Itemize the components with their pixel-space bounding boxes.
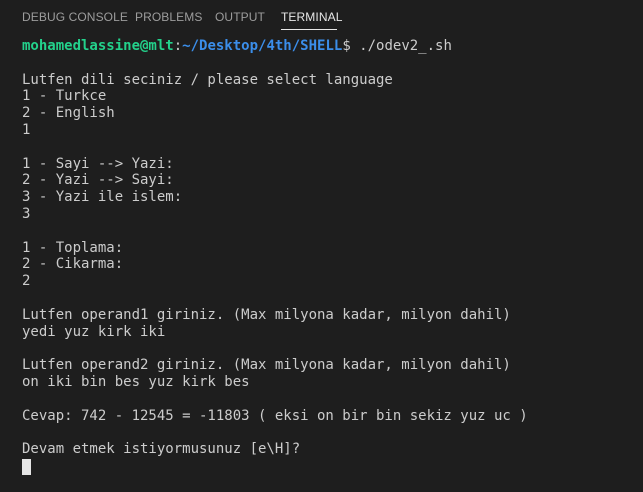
terminal-line: 1 - Sayi --> Yazi: xyxy=(22,155,174,172)
terminal-line: 2 - English xyxy=(22,105,115,122)
prompt-symbol: $ xyxy=(342,38,351,54)
terminal-cursor xyxy=(22,458,31,475)
terminal-output[interactable]: mohamedlassine@mlt:~/Desktop/4th/SHELL$ … xyxy=(22,38,637,475)
terminal-line: 2 - Yazi --> Sayi: xyxy=(22,172,174,189)
terminal-line: Lutfen operand1 giriniz. (Max milyona ka… xyxy=(22,306,511,323)
terminal-line: Devam etmek istiyormusunuz [e\H]? xyxy=(22,441,301,458)
tab-terminal[interactable]: TERMINAL xyxy=(281,10,342,24)
active-tab-indicator xyxy=(281,29,337,30)
prompt-line: mohamedlassine@mlt:~/Desktop/4th/SHELL$ … xyxy=(22,38,637,55)
terminal-line: Cevap: 742 - 12545 = -11803 ( eksi on bi… xyxy=(22,407,528,424)
prompt-separator: : xyxy=(173,38,183,54)
terminal-line: Lutfen operand2 giriniz. (Max milyona ka… xyxy=(22,357,511,374)
output-lines: Lutfen dili seciniz / please select lang… xyxy=(22,55,637,458)
tab-output[interactable]: OUTPUT xyxy=(215,10,265,24)
terminal-line: 3 xyxy=(22,205,31,222)
panel-tab-bar: DEBUG CONSOLE PROBLEMS OUTPUT TERMINAL xyxy=(0,0,643,34)
terminal-line: 2 - Cikarma: xyxy=(22,256,124,273)
tab-problems[interactable]: PROBLEMS xyxy=(135,10,203,24)
terminal-line: 2 xyxy=(22,273,31,290)
terminal-panel: DEBUG CONSOLE PROBLEMS OUTPUT TERMINAL m… xyxy=(0,0,643,492)
cursor-line xyxy=(22,458,637,475)
terminal-line: yedi yuz kirk iki xyxy=(22,323,166,340)
prompt-user-host: mohamedlassine@mlt xyxy=(22,38,174,54)
terminal-line: on iki bin bes yuz kirk bes xyxy=(22,373,250,390)
tab-debug-console[interactable]: DEBUG CONSOLE xyxy=(22,10,128,24)
terminal-line: 1 - Toplama: xyxy=(22,239,124,256)
terminal-line: 1 xyxy=(22,121,31,138)
terminal-line: 3 - Yazi ile islem: xyxy=(22,189,183,206)
terminal-line: 1 - Turkce xyxy=(22,88,107,105)
terminal-line: Lutfen dili seciniz / please select lang… xyxy=(22,71,393,88)
prompt-path: ~/Desktop/4th/SHELL xyxy=(182,38,343,54)
prompt-command: ./odev2_.sh xyxy=(350,38,452,54)
